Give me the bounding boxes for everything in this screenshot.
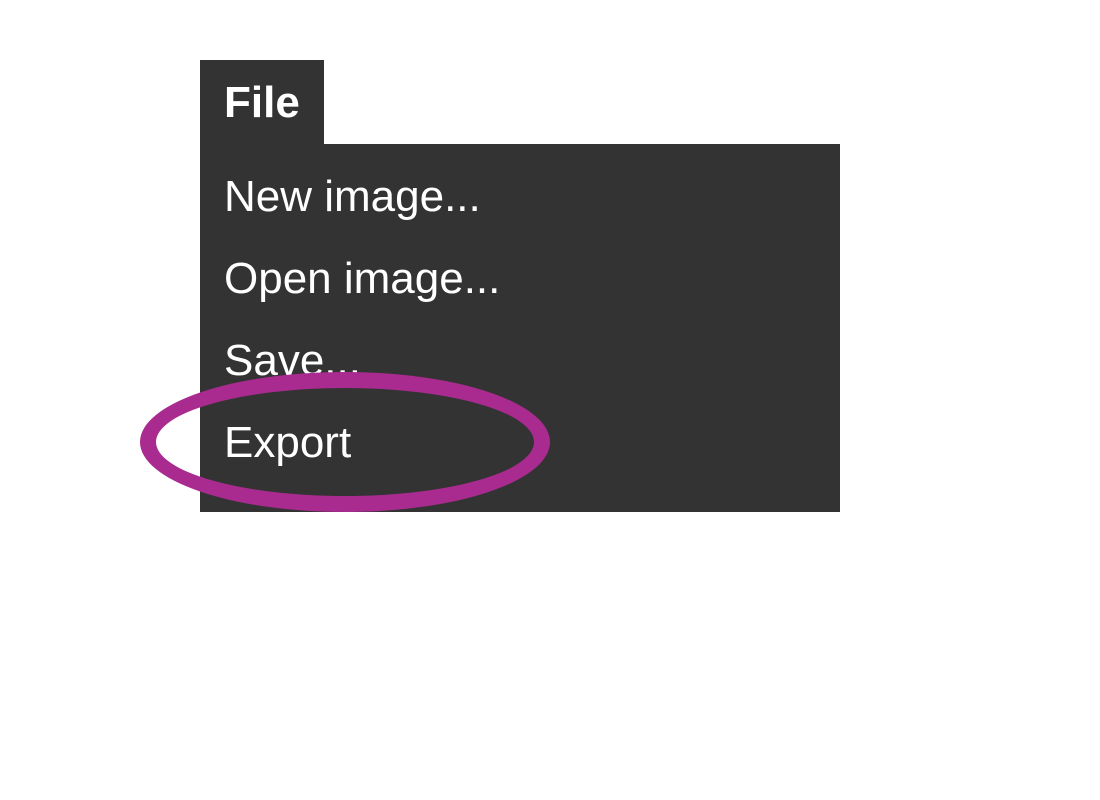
menu-header-file[interactable]: File (200, 60, 324, 144)
menu-item-open-image[interactable]: Open image... (200, 238, 840, 320)
file-menu-dropdown: New image... Open image... Save... Expor… (200, 144, 840, 512)
menu-item-export[interactable]: Export (200, 402, 840, 484)
file-menu: File New image... Open image... Save... … (200, 60, 840, 512)
menu-item-save[interactable]: Save... (200, 320, 840, 402)
menu-item-new-image[interactable]: New image... (200, 156, 840, 238)
